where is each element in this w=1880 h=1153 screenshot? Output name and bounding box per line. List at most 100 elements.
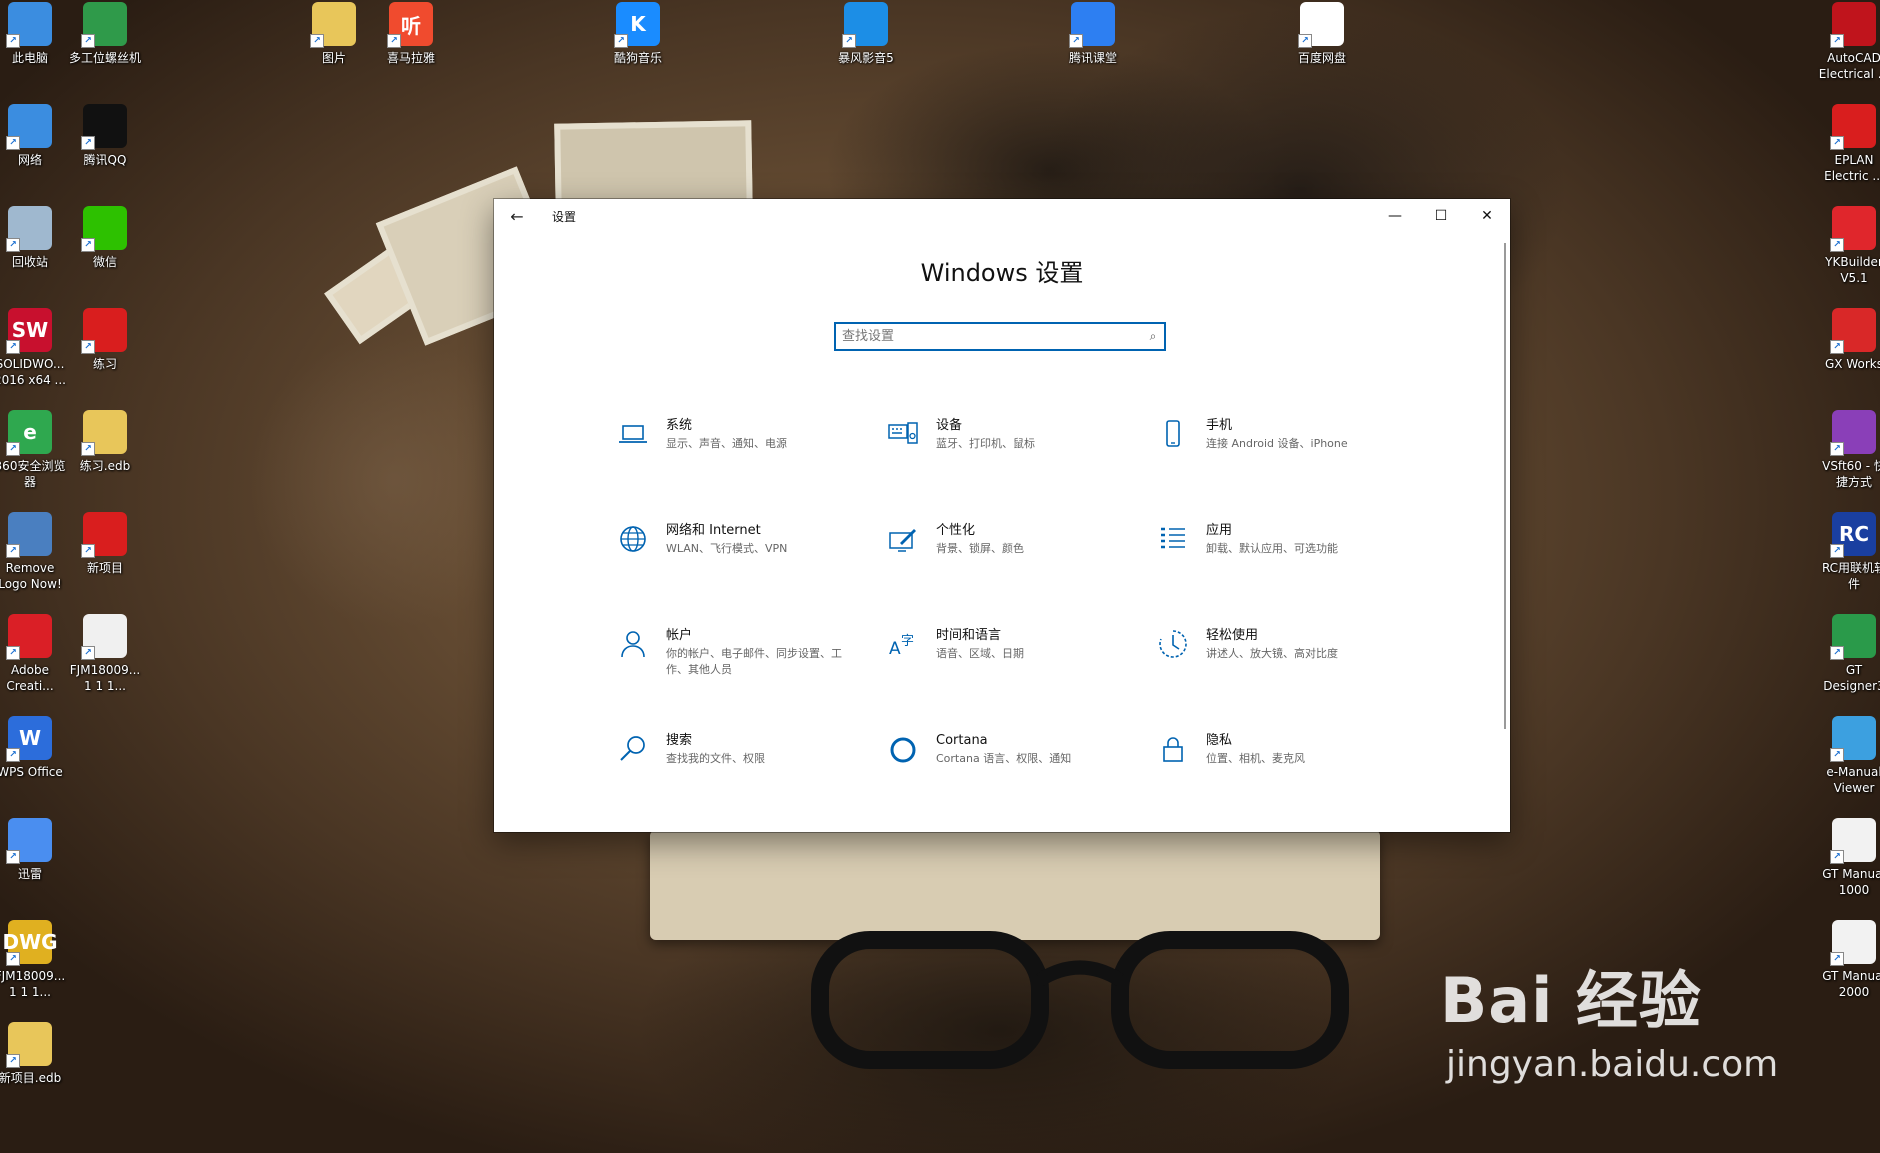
desktop-icon-dwg-file[interactable]: DWG ↗ FJM18009... 1 1 1...	[0, 920, 68, 1000]
tile-name: 个性化	[936, 523, 976, 538]
desktop-icon-network[interactable]: ↗ 网络	[0, 104, 68, 168]
globe-icon	[616, 522, 650, 556]
settings-tile-apps[interactable]: 应用 卸载、默认应用、可选功能	[1156, 522, 1426, 627]
desktop-icon-e-manual-viewer[interactable]: ↗ e-Manual Viewer	[1816, 716, 1880, 796]
desktop-icon-multi-screw[interactable]: ↗ 多工位螺丝机	[67, 2, 143, 66]
shortcut-arrow-icon: ↗	[1069, 34, 1083, 48]
icon-glyph: SW	[11, 318, 49, 342]
desktop-icon-rc-networking[interactable]: RC ↗ RC用联机软 件	[1816, 512, 1880, 592]
tencent-qq-icon: ↗	[81, 104, 127, 150]
desktop-icon-recycle-bin[interactable]: ↗ 回收站	[0, 206, 68, 270]
settings-tile-system[interactable]: 系统 显示、声音、通知、电源	[616, 417, 886, 522]
kugou-icon: K ↗	[614, 2, 660, 48]
search-icon[interactable]: ⌕	[1142, 329, 1164, 344]
title-bar[interactable]: ← 设置 — ☐ ✕	[494, 199, 1510, 233]
wechat-icon: ↗	[81, 206, 127, 252]
desktop-icon-this-pc[interactable]: ↗ 此电脑	[0, 2, 68, 66]
shortcut-arrow-icon: ↗	[310, 34, 324, 48]
desktop-icon-practice[interactable]: ↗ 练习	[67, 308, 143, 372]
settings-tile-network[interactable]: 网络和 Internet WLAN、飞行模式、VPN	[616, 522, 886, 627]
search-box[interactable]: ⌕	[834, 322, 1166, 351]
desktop-icon-label: 暴风影音5	[838, 51, 894, 65]
window-title: 设置	[552, 209, 577, 224]
desktop-icon-label: Remove Logo Now!	[0, 561, 62, 591]
person-icon	[616, 627, 650, 661]
desktop-icon-eplan[interactable]: ↗ EPLAN Electric ...	[1816, 104, 1880, 184]
tile-description: Cortana 语言、权限、通知	[936, 752, 1072, 765]
desktop-icon-kugou[interactable]: K ↗ 酷狗音乐	[600, 2, 676, 66]
shortcut-arrow-icon: ↗	[1830, 850, 1844, 864]
desktop-icon-adobe-cc[interactable]: ↗ Adobe Creati...	[0, 614, 68, 694]
desktop-icon-label: WPS Office	[0, 765, 63, 779]
back-button[interactable]: ←	[494, 199, 540, 233]
baofeng-icon: ↗	[842, 2, 888, 48]
desktop-icon-practice-edb[interactable]: ↗ 练习.edb	[67, 410, 143, 474]
desktop-icon-label: FJM18009... 1 1 1...	[69, 663, 141, 693]
desktop-icon-new-project-edb[interactable]: ↗ 新项目.edb	[0, 1022, 68, 1086]
desktop-icon-gt-manual-2000[interactable]: ↗ GT Manual 2000	[1816, 920, 1880, 1000]
shortcut-arrow-icon: ↗	[1830, 952, 1844, 966]
desktop-icon-wps-office[interactable]: W ↗ WPS Office	[0, 716, 68, 780]
shortcut-arrow-icon: ↗	[1830, 544, 1844, 558]
minimize-button[interactable]: —	[1372, 199, 1418, 233]
desktop-icon-gt-designer[interactable]: ↗ GT Designer3	[1816, 614, 1880, 694]
ease-access-icon	[1156, 627, 1190, 661]
search-icon	[616, 732, 650, 766]
tile-name: 时间和语言	[936, 628, 1002, 643]
watermark-brand: Bai 经验	[1440, 964, 1702, 1037]
desktop-icon-label: GT Designer3	[1823, 663, 1880, 693]
desktop-icon-vsft60[interactable]: ↗ VSft60 - 快 捷方式	[1816, 410, 1880, 490]
recycle-bin-icon: ↗	[6, 206, 52, 252]
desktop-icon-tencent-classroom[interactable]: ↗ 腾讯课堂	[1055, 2, 1131, 66]
desktop-icon-360-browser[interactable]: e ↗ 360安全浏览 器	[0, 410, 68, 490]
network-icon: ↗	[6, 104, 52, 150]
desktop-icon-label: 图片	[321, 51, 346, 65]
desktop-icon-label: 此电脑	[11, 51, 48, 65]
desktop-icon-xunlei[interactable]: ↗ 迅雷	[0, 818, 68, 882]
desktop-icon-gt-manual-1000[interactable]: ↗ GT Manual 1000	[1816, 818, 1880, 898]
desktop-icon-tencent-qq[interactable]: ↗ 腾讯QQ	[67, 104, 143, 168]
desktop-icon-baofeng[interactable]: ↗ 暴风影音5	[828, 2, 904, 66]
desktop-icon-gx-works[interactable]: ↗ GX Works	[1816, 308, 1880, 372]
desktop-icon-label: 网络	[17, 153, 42, 167]
desktop-icon-baidu-netdisk[interactable]: ↗ 百度网盘	[1284, 2, 1360, 66]
settings-tile-cortana[interactable]: Cortana Cortana 语言、权限、通知	[886, 732, 1156, 837]
scrollbar[interactable]	[1504, 243, 1506, 729]
settings-tile-devices[interactable]: 设备 蓝牙、打印机、鼠标	[886, 417, 1156, 522]
settings-window: ← 设置 — ☐ ✕ Windows 设置 ⌕ 系统显示、声音、通知、电源设备蓝…	[494, 199, 1510, 832]
shortcut-arrow-icon: ↗	[1830, 646, 1844, 660]
desktop-icon-ykbuilder[interactable]: ↗ YKBuilder V5.1	[1816, 206, 1880, 286]
wps-office-icon: W ↗	[6, 716, 52, 762]
desktop-icon-new-project[interactable]: ↗ 新项目	[67, 512, 143, 576]
settings-tile-personalization[interactable]: 个性化 背景、锁屏、颜色	[886, 522, 1156, 627]
practice-edb-icon: ↗	[81, 410, 127, 456]
shortcut-arrow-icon: ↗	[842, 34, 856, 48]
shortcut-arrow-icon: ↗	[81, 34, 95, 48]
close-button[interactable]: ✕	[1464, 199, 1510, 233]
eplan-icon: ↗	[1830, 104, 1876, 150]
settings-tile-privacy[interactable]: 隐私 位置、相机、麦克风	[1156, 732, 1426, 837]
svg-text:A: A	[889, 639, 901, 659]
desktop: ↗ 此电脑 ↗ 网络 ↗回收站 SW↗SOLIDWO... 2016 x64 ... e↗3…	[0, 0, 1880, 1153]
desktop-icon-label: 迅雷	[17, 867, 42, 881]
tile-name: Cortana	[936, 733, 988, 748]
settings-tile-accounts[interactable]: 帐户 你的帐户、电子邮件、同步设置、工作、其他人员	[616, 627, 886, 732]
desktop-icon-wechat[interactable]: ↗ 微信	[67, 206, 143, 270]
settings-tile-phone[interactable]: 手机 连接 Android 设备、iPhone	[1156, 417, 1426, 522]
settings-tile-time-language[interactable]: A 字 时间和语言 语音、区域、日期	[886, 627, 1156, 732]
settings-tile-ease-of-access[interactable]: 轻松使用 讲述人、放大镜、高对比度	[1156, 627, 1426, 732]
desktop-icon-label: FJM18009... 1 1 1...	[0, 969, 66, 999]
this-pc-icon: ↗	[6, 2, 52, 48]
desktop-icon-autocad-electrical[interactable]: ↗ AutoCAD Electrical ...	[1816, 2, 1880, 82]
settings-tile-search[interactable]: 搜索 查找我的文件、权限	[616, 732, 886, 837]
maximize-button[interactable]: ☐	[1418, 199, 1464, 233]
desktop-icon-ximalaya[interactable]: 听 ↗ 喜马拉雅	[373, 2, 449, 66]
desktop-icon-fjm-file[interactable]: ↗ FJM18009... 1 1 1...	[67, 614, 143, 694]
xunlei-icon: ↗	[6, 818, 52, 864]
settings-grid: 系统 显示、声音、通知、电源 设备 蓝牙、打印机、鼠标 手机 连接 Android 设备、…	[616, 417, 1426, 837]
search-input[interactable]	[836, 323, 1142, 350]
desktop-icon-pictures[interactable]: ↗ 图片	[296, 2, 372, 66]
desktop-icon-remove-logo[interactable]: ↗ Remove Logo Now!	[0, 512, 68, 592]
icon-glyph: e	[23, 420, 37, 444]
desktop-icon-solidworks[interactable]: SW↗SOLIDWO... 2016 x64 ...	[0, 308, 68, 388]
